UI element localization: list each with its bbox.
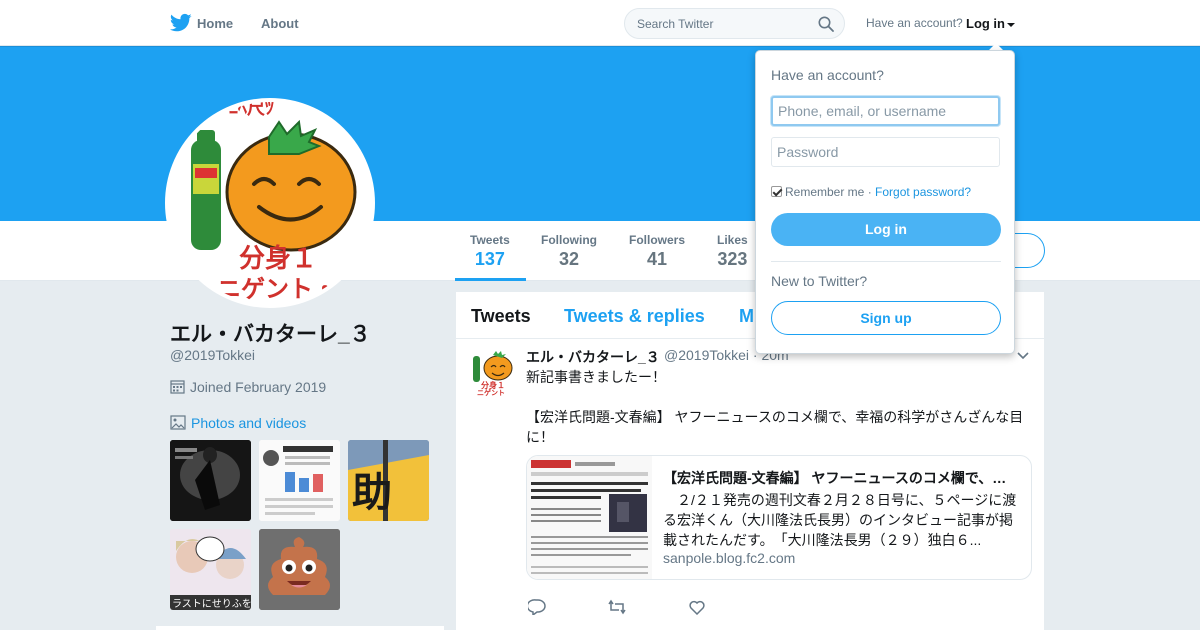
tweet-text-line-1: 新記事書きましたー！: [526, 369, 666, 385]
stat-value: 41: [646, 249, 668, 269]
stat-tweets[interactable]: Tweets 137: [470, 233, 510, 270]
stat-value: 137: [474, 249, 505, 269]
photos-and-videos-link[interactable]: Photos and videos: [170, 415, 306, 431]
link-preview-url: sanpole.blog.fc2.com: [663, 550, 796, 566]
link-preview-image: [527, 456, 652, 579]
tweet-text-line-2: 【宏洋氏問題-文春編】 ヤフーニュースのコメ欄で、幸福の科学がさんざんな目に！: [526, 409, 1024, 445]
like-icon[interactable]: [688, 599, 706, 615]
retweet-icon[interactable]: [608, 599, 626, 615]
profile-handle[interactable]: @2019Tokkei: [170, 347, 255, 363]
photos-link-label: Photos and videos: [191, 415, 307, 431]
top-navigation: Home About Search Twitter Have an accoun…: [0, 0, 1200, 46]
stat-label: Likes: [717, 233, 748, 247]
joined-text: Joined February 2019: [190, 379, 327, 395]
dropdown-title: Have an account?: [771, 67, 884, 83]
username-input[interactable]: [771, 96, 1000, 126]
search-icon[interactable]: [818, 16, 834, 32]
tweet-avatar[interactable]: 分身１ ニゲント: [471, 348, 515, 396]
profile-avatar[interactable]: ﾆﾍ尺ﾂ 分身１ ニゲント・: [165, 98, 375, 308]
photo-thumbnail[interactable]: [170, 440, 251, 521]
photo-icon: [170, 415, 186, 430]
joined-date: Joined February 2019: [170, 379, 326, 395]
reply-icon[interactable]: [528, 599, 546, 615]
login-toggle-label: Log in: [966, 16, 1005, 31]
avatar-mascot-image: ﾆﾍ尺ﾂ 分身１ ニゲント・: [169, 102, 371, 304]
chevron-down-icon[interactable]: [1017, 352, 1029, 360]
thumbnail-text: 助: [352, 470, 392, 516]
photo-thumbnail[interactable]: ラストにせりふを: [170, 529, 251, 610]
stat-label: Tweets: [470, 233, 510, 247]
remember-me-checkbox[interactable]: [771, 186, 782, 197]
password-input[interactable]: [771, 137, 1000, 167]
have-account-text: Have an account?: [866, 16, 963, 30]
svg-text:ニゲント: ニゲント: [477, 388, 505, 396]
calendar-icon: [170, 380, 185, 394]
sidebar-card: [156, 626, 444, 630]
stat-followers[interactable]: Followers 41: [629, 233, 685, 270]
stat-value: 323: [717, 249, 748, 269]
stat-label: Following: [541, 233, 597, 247]
link-preview-title: 【宏洋氏問題-文春編】 ヤフーニュースのコメ欄で、幸福の科学がさんざんな目に！: [663, 470, 1013, 486]
link-preview-description: ２/２１発売の週刊文春２月２８日号に、５ページに渡る宏洋くん（大川隆法氏長男）の…: [663, 492, 1017, 548]
svg-text:ﾆﾍ尺ﾂ: ﾆﾍ尺ﾂ: [229, 102, 274, 119]
login-dropdown-toggle[interactable]: Log in: [966, 16, 1015, 31]
svg-text:ラストにせりふを: ラストにせりふを: [172, 598, 251, 610]
nav-home-link[interactable]: Home: [197, 16, 233, 31]
login-dropdown: Have an account? Remember me · Forgot pa…: [755, 50, 1015, 354]
tab-tweets[interactable]: Tweets: [471, 306, 531, 327]
tab-media[interactable]: M: [739, 306, 754, 327]
stat-following[interactable]: Following 32: [541, 233, 597, 270]
avatar-text-1: 分身１: [239, 243, 317, 274]
dropdown-divider: [771, 261, 1001, 262]
new-to-twitter-text: New to Twitter?: [771, 273, 868, 289]
photo-thumbnail[interactable]: [259, 529, 340, 610]
nav-about-link[interactable]: About: [261, 16, 299, 31]
search-input[interactable]: Search Twitter: [624, 8, 845, 39]
tweet-author-name[interactable]: エル・バカターレ_３: [526, 347, 660, 367]
link-preview-card[interactable]: 【宏洋氏問題-文春編】 ヤフーニュースのコメ欄で、幸福の科学がさんざんな目に！ …: [526, 455, 1032, 580]
avatar-text-2: ニゲント・: [217, 275, 337, 303]
caret-down-icon: [1007, 22, 1015, 27]
forgot-password-link[interactable]: Forgot password?: [875, 185, 971, 199]
search-placeholder: Search Twitter: [637, 17, 714, 31]
photo-thumbnail[interactable]: 助: [348, 440, 429, 521]
stat-likes[interactable]: Likes 323: [717, 233, 748, 270]
twitter-bird-icon[interactable]: [170, 13, 192, 33]
remember-me-row: Remember me · Forgot password?: [771, 185, 971, 199]
login-button[interactable]: Log in: [771, 213, 1001, 246]
signup-button[interactable]: Sign up: [771, 301, 1001, 335]
tab-tweets-and-replies[interactable]: Tweets & replies: [564, 306, 705, 327]
active-stat-underline: [455, 278, 526, 281]
separator-dot: ·: [864, 185, 876, 199]
photo-thumbnail[interactable]: [259, 440, 340, 521]
profile-name[interactable]: エル・バカターレ_３: [170, 318, 371, 348]
stat-label: Followers: [629, 233, 686, 247]
stat-value: 32: [558, 249, 580, 269]
remember-me-label[interactable]: Remember me: [785, 185, 864, 199]
